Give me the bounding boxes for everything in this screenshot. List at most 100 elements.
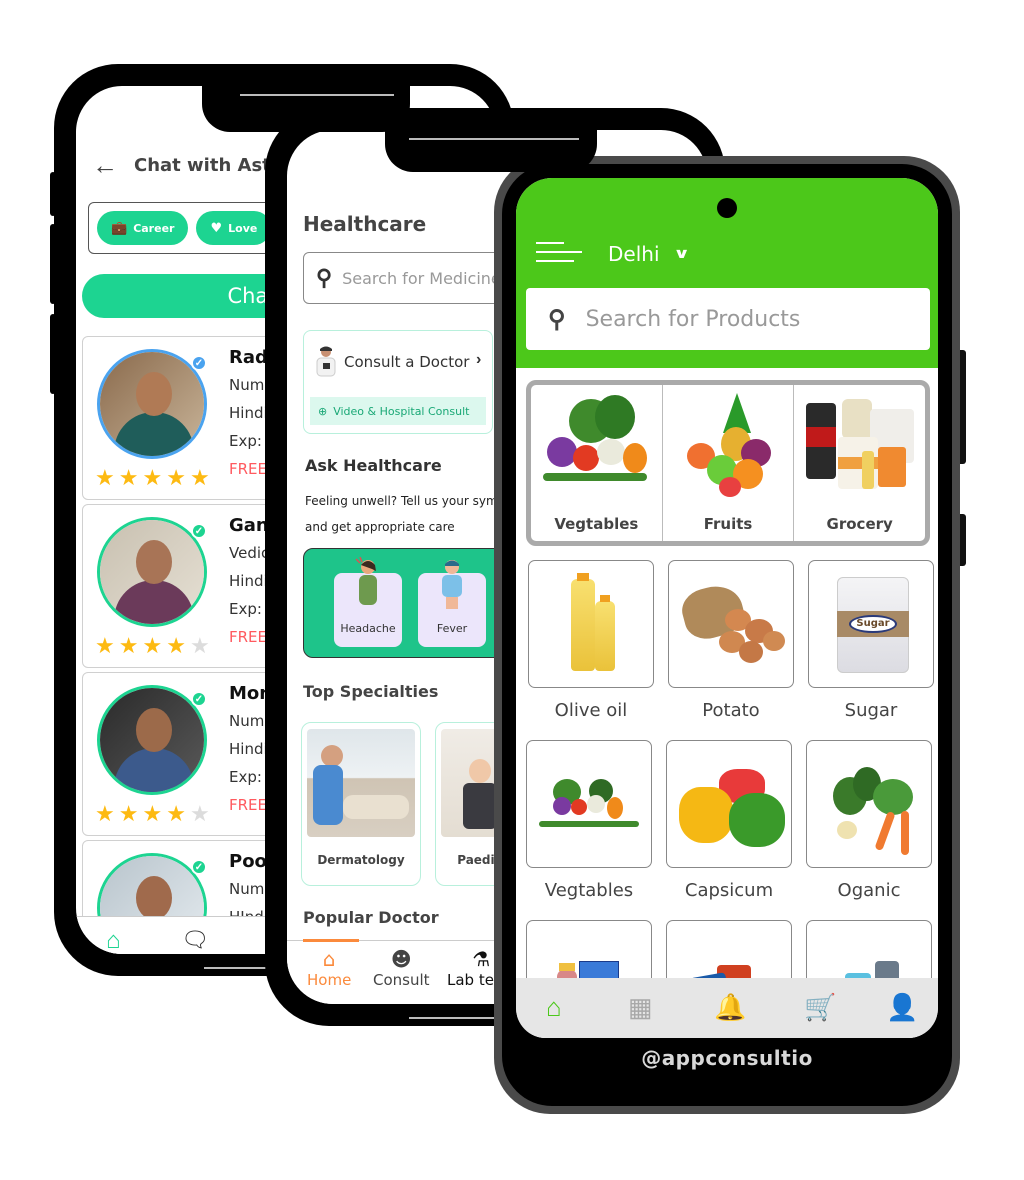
star-icon: ★	[118, 633, 139, 658]
star-icon: ★	[95, 633, 115, 658]
phone-side-button	[50, 172, 56, 216]
tab-label: Home	[307, 971, 352, 989]
product-image-tile	[666, 740, 792, 868]
user-icon[interactable]: 👤	[886, 992, 918, 1022]
phone-bezel: Delhi ∨ ⚲ Search for Products Vegtables …	[502, 164, 952, 1106]
phone-side-button	[960, 514, 966, 566]
categories-grid-icon[interactable]: ▦	[628, 992, 653, 1022]
ask-healthcare-heading: Ask Healthcare	[305, 456, 442, 475]
sub-label: Video & Hospital Consult	[333, 404, 470, 418]
phone-speaker	[240, 94, 394, 96]
product-label: Olive oil	[554, 700, 628, 721]
star-icon: ★	[189, 465, 210, 490]
arrow-left-icon[interactable]: ←	[92, 152, 118, 178]
search-placeholder: Search for Products	[585, 306, 801, 332]
chevron-right-icon: ›	[476, 351, 482, 368]
product-image-tile: Sugar	[808, 560, 934, 688]
filter-chip-career[interactable]: 💼 Career	[97, 211, 189, 245]
phone-side-button	[960, 350, 966, 464]
product-label: Oganic	[837, 880, 901, 901]
chip-label: Career	[133, 221, 175, 235]
watermark: @appconsultio	[641, 1046, 813, 1070]
city-selector[interactable]: Delhi ∨	[608, 242, 690, 266]
headache-illustration-icon	[355, 557, 377, 605]
product-potato[interactable]: Potato	[668, 560, 794, 721]
product-label: Potato	[702, 700, 760, 721]
star-icon: ★	[142, 801, 163, 826]
product-organic[interactable]: Oganic	[806, 740, 932, 901]
bell-icon[interactable]: 🔔	[714, 992, 746, 1022]
verified-badge-icon: ✓	[191, 691, 207, 707]
briefcase-icon: 💼	[111, 220, 128, 236]
phone-side-button	[50, 224, 56, 304]
fever-illustration-icon	[442, 560, 462, 609]
category-vegetables[interactable]: Vegtables	[531, 385, 663, 541]
specialty-label: Dermatology	[317, 853, 405, 867]
product-image-tile	[526, 740, 652, 868]
product-vegetables[interactable]: Vegtables	[526, 740, 652, 901]
app-header: Delhi ∨ ⚲ Search for Products	[516, 178, 938, 368]
tab-home[interactable]: ⌂ Home	[307, 947, 351, 989]
chat-bubbles-icon[interactable]: 🗨	[181, 927, 209, 953]
tab-label: Consult	[373, 971, 430, 989]
product-sugar[interactable]: Sugar Sugar	[808, 560, 934, 721]
phone-notch	[202, 86, 410, 132]
product-capsicum[interactable]: Capsicum	[666, 740, 792, 901]
dermatology-image	[307, 729, 415, 837]
filter-chip-love[interactable]: ♥ Love	[196, 211, 272, 245]
star-icon: ★	[166, 633, 186, 658]
star-icon: ★	[166, 801, 186, 826]
verified-badge-icon: ✓	[191, 523, 207, 539]
consult-doctor-card[interactable]: Consult a Doctor › ⊕ Video & Hospital Co…	[303, 330, 493, 434]
star-icon: ★	[189, 633, 210, 658]
menu-icon[interactable]	[536, 238, 582, 268]
home-icon: ⌂	[322, 947, 336, 971]
cart-icon[interactable]: 🛒	[804, 992, 836, 1022]
grocery-image	[802, 393, 917, 501]
phone-notch	[385, 130, 597, 172]
symptom-fever[interactable]: Fever	[418, 560, 486, 647]
desc-line: Feeling unwell? Tell us your symptoms	[305, 494, 515, 508]
star-icon: ★	[142, 465, 163, 490]
symptom-label: Fever	[436, 622, 468, 635]
doctor-icon: ☻	[390, 947, 412, 971]
product-label: Capsicum	[684, 880, 774, 901]
star-icon: ★	[166, 465, 186, 490]
category-grocery[interactable]: Grocery	[794, 385, 925, 541]
active-tab-indicator	[303, 939, 359, 942]
specialty-card-dermatology[interactable]: Dermatology	[301, 722, 421, 886]
city-name: Delhi	[608, 242, 660, 266]
popular-doctor-heading: Popular Doctor	[303, 908, 439, 927]
category-fruits[interactable]: Fruits	[663, 385, 795, 541]
star-icon: ★	[118, 465, 139, 490]
phone-side-button	[50, 314, 56, 394]
category-strip: Vegtables Fruits Grocery	[526, 380, 930, 546]
star-icon: ★	[118, 801, 139, 826]
product-olive-oil[interactable]: Olive oil	[528, 560, 654, 721]
home-icon[interactable]: ⌂	[106, 927, 121, 954]
chevron-down-icon: ∨	[672, 246, 690, 262]
home-icon[interactable]: ⌂	[546, 992, 562, 1022]
star-icon: ★	[95, 801, 115, 826]
tab-consult[interactable]: ☻ Consult	[373, 947, 430, 989]
category-label: Vegtables	[554, 515, 639, 533]
category-label: Fruits	[703, 515, 753, 533]
rating-stars: ★ ★ ★ ★ ★	[95, 803, 210, 825]
search-placeholder: Search for Medicines	[342, 268, 510, 288]
product-label: Sugar	[844, 700, 898, 721]
consult-label: Consult a Doctor	[344, 353, 470, 371]
symptom-headache[interactable]: Headache	[334, 557, 402, 647]
symptom-label: Headache	[340, 622, 396, 635]
heart-icon: ♥	[210, 220, 223, 236]
page-title: Healthcare	[303, 212, 427, 236]
rating-stars: ★ ★ ★ ★ ★	[95, 635, 210, 657]
star-icon: ★	[95, 465, 115, 490]
front-camera	[717, 198, 737, 218]
bottom-nav: ⌂ ▦ 🔔 🛒 👤	[516, 978, 938, 1038]
verified-badge-icon: ✓	[191, 859, 207, 875]
product-search-input[interactable]: ⚲ Search for Products	[526, 288, 930, 350]
search-icon: ⚲	[316, 265, 333, 290]
video-hospital-consult-button[interactable]: ⊕ Video & Hospital Consult	[310, 397, 486, 425]
ask-healthcare-description: Feeling unwell? Tell us your symptoms an…	[305, 488, 515, 540]
grocery-phone: Delhi ∨ ⚲ Search for Products Vegtables …	[494, 156, 966, 1114]
